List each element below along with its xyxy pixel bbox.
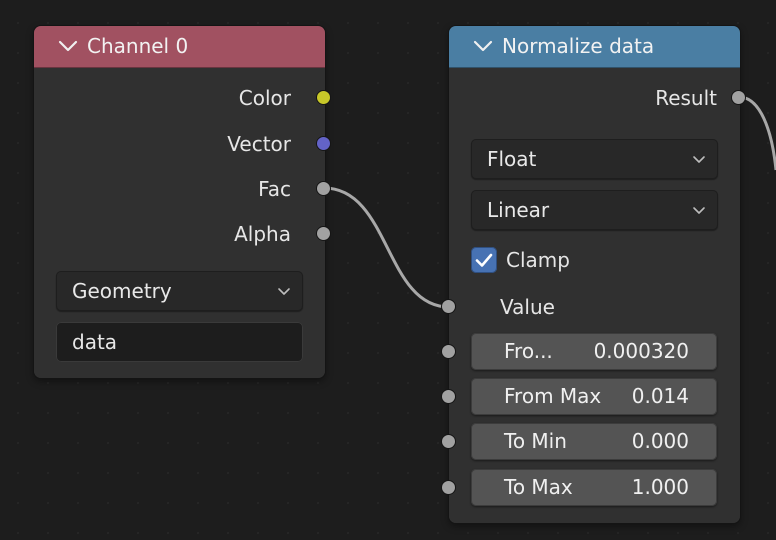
channel-node[interactable]: Channel 0 Color Vector Fac Alpha Geometr… (34, 26, 325, 378)
from-max-input-socket[interactable] (441, 389, 456, 404)
chevron-down-icon (693, 207, 705, 214)
chevron-down-icon (278, 288, 290, 295)
field-label: From Max (504, 384, 602, 408)
to-min-input-socket[interactable] (441, 434, 456, 449)
from-max-field[interactable]: From Max 0.014 (471, 378, 717, 415)
data-type-dropdown[interactable]: Float (471, 139, 718, 179)
alpha-output-socket[interactable] (316, 226, 331, 241)
link-result-out[interactable] (738, 95, 776, 171)
field-value: 0.014 (631, 384, 689, 408)
field-label: Fro... (504, 339, 553, 363)
checkmark-icon (475, 253, 493, 267)
value-input-label: Value (500, 295, 555, 319)
output-fac-label: Fac (258, 177, 291, 201)
color-output-socket[interactable] (316, 90, 331, 105)
node-title: Normalize data (502, 34, 655, 58)
field-label: To Max (504, 475, 573, 499)
field-value: 0.000 (631, 429, 689, 453)
collapse-chevron-icon[interactable] (56, 34, 80, 58)
data-type-value: Float (487, 147, 537, 171)
clamp-label: Clamp (506, 248, 570, 272)
output-vector-label: Vector (227, 132, 291, 156)
channel-node-header[interactable]: Channel 0 (34, 26, 325, 68)
output-result-label: Result (655, 86, 717, 110)
result-output-socket[interactable] (731, 90, 746, 105)
normalize-node[interactable]: Normalize data Result Float Linear Clamp… (449, 26, 740, 523)
clamp-checkbox[interactable] (471, 247, 497, 273)
attribute-name-value: data (72, 330, 118, 354)
normalize-node-body: Result Float Linear Clamp Value Fro... 0… (449, 68, 740, 523)
node-title: Channel 0 (87, 34, 189, 58)
interpolation-value: Linear (487, 198, 550, 222)
to-max-input-socket[interactable] (441, 480, 456, 495)
value-input-socket[interactable] (441, 299, 456, 314)
field-value: 0.000320 (593, 339, 689, 363)
from-min-field[interactable]: Fro... 0.000320 (471, 333, 717, 370)
to-max-field[interactable]: To Max 1.000 (471, 469, 717, 506)
source-dropdown-value: Geometry (72, 279, 172, 303)
link-fac-to-value[interactable] (323, 186, 450, 309)
vector-output-socket[interactable] (316, 136, 331, 151)
output-alpha-label: Alpha (234, 222, 291, 246)
output-color-label: Color (238, 86, 291, 110)
channel-node-body: Color Vector Fac Alpha Geometry data (34, 68, 325, 378)
chevron-down-icon (693, 156, 705, 163)
interpolation-dropdown[interactable]: Linear (471, 190, 718, 230)
from-min-input-socket[interactable] (441, 344, 456, 359)
attribute-name-field[interactable]: data (56, 322, 303, 362)
field-value: 1.000 (631, 475, 689, 499)
source-dropdown[interactable]: Geometry (56, 271, 303, 311)
field-label: To Min (504, 429, 567, 453)
to-min-field[interactable]: To Min 0.000 (471, 423, 717, 460)
fac-output-socket[interactable] (316, 181, 331, 196)
collapse-chevron-icon[interactable] (471, 34, 495, 58)
normalize-node-header[interactable]: Normalize data (449, 26, 740, 68)
